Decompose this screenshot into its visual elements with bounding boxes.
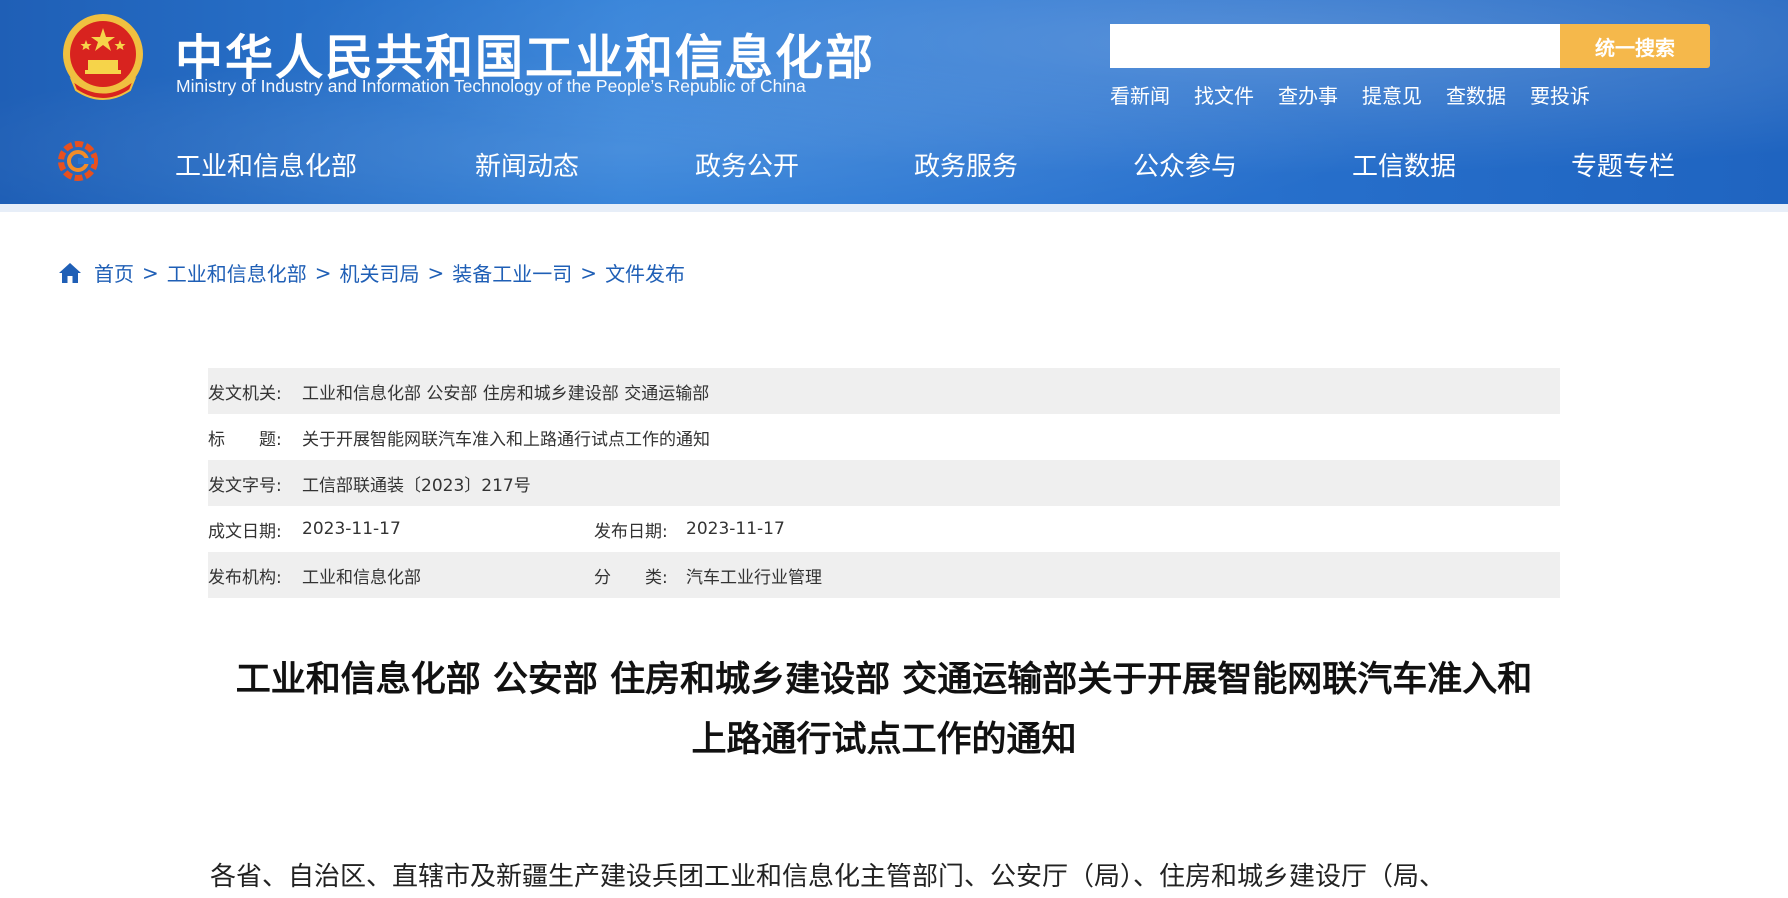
national-emblem-icon[interactable] (58, 10, 148, 106)
meta-issuer-label: 发文机关: (208, 383, 282, 404)
quick-link-services[interactable]: 查办事 (1278, 80, 1338, 109)
nav-item-ministry[interactable]: 工业和信息化部 (175, 146, 357, 183)
nav-item-services[interactable]: 政务服务 (914, 146, 1018, 183)
meta-title-value: 关于开展智能网联汽车准入和上路通行试点工作的通知 (302, 429, 710, 450)
breadcrumb-equipment-dept[interactable]: 装备工业一司 (452, 258, 572, 287)
meta-row-issuer: 发文机关: 工业和信息化部 公安部 住房和城乡建设部 交通运输部 (208, 368, 1560, 414)
meta-org-value: 工业和信息化部 (302, 567, 421, 588)
quick-link-complaint[interactable]: 要投诉 (1530, 80, 1590, 109)
meta-created-label: 成文日期: (208, 521, 282, 542)
search-input[interactable] (1110, 24, 1560, 68)
nav-item-government-affairs[interactable]: 政务公开 (695, 146, 799, 183)
quick-link-news[interactable]: 看新闻 (1110, 80, 1170, 109)
meta-category-label: 分 类: (594, 567, 668, 588)
nav-item-topics[interactable]: 专题专栏 (1571, 146, 1675, 183)
breadcrumb-separator: > (427, 260, 445, 285)
meta-issuer-value: 工业和信息化部 公安部 住房和城乡建设部 交通运输部 (302, 383, 710, 404)
nav-item-news[interactable]: 新闻动态 (475, 146, 579, 183)
quick-link-feedback[interactable]: 提意见 (1362, 80, 1422, 109)
meta-row-title: 标 题: 关于开展智能网联汽车准入和上路通行试点工作的通知 (208, 414, 1560, 460)
meta-row-doc-number: 发文字号: 工信部联通装〔2023〕217号 (208, 460, 1560, 506)
site-header: 中华人民共和国工业和信息化部 Ministry of Industry and … (0, 0, 1788, 212)
breadcrumb-file-release[interactable]: 文件发布 (605, 258, 685, 287)
quick-link-data[interactable]: 查数据 (1446, 80, 1506, 109)
breadcrumb-departments[interactable]: 机关司局 (340, 258, 420, 287)
home-icon[interactable] (58, 262, 82, 284)
meta-row-org-category: 发布机构: 工业和信息化部 分 类: 汽车工业行业管理 (208, 552, 1560, 598)
nav-item-data[interactable]: 工信数据 (1352, 146, 1456, 183)
meta-category-value: 汽车工业行业管理 (686, 567, 822, 588)
meta-doc-number-value: 工信部联通装〔2023〕217号 (302, 475, 531, 496)
meta-created-value: 2023-11-17 (302, 519, 401, 539)
article-title: 工业和信息化部 公安部 住房和城乡建设部 交通运输部关于开展智能网联汽车准入和 … (208, 650, 1560, 770)
quick-links: 看新闻 找文件 查办事 提意见 查数据 要投诉 (1110, 80, 1614, 109)
quick-link-files[interactable]: 找文件 (1194, 80, 1254, 109)
meta-org-label: 发布机构: (208, 567, 282, 588)
breadcrumb-separator: > (314, 260, 332, 285)
main-nav: 工业和信息化部 新闻动态 政务公开 政务服务 公众参与 工信数据 专题专栏 (0, 140, 1788, 184)
breadcrumb-ministry[interactable]: 工业和信息化部 (167, 258, 307, 287)
article-title-line-2: 上路通行试点工作的通知 (691, 720, 1077, 760)
search-button[interactable]: 统一搜索 (1560, 24, 1710, 68)
breadcrumb: 首页 > 工业和信息化部 > 机关司局 > 装备工业一司 > 文件发布 (58, 258, 685, 287)
article-title-line-1: 工业和信息化部 公安部 住房和城乡建设部 交通运输部关于开展智能网联汽车准入和 (235, 660, 1533, 700)
document-meta-table: 发文机关: 工业和信息化部 公安部 住房和城乡建设部 交通运输部 标 题: 关于… (208, 368, 1560, 598)
breadcrumb-home[interactable]: 首页 (94, 258, 134, 287)
site-title-english: Ministry of Industry and Information Tec… (176, 76, 806, 96)
meta-published-value: 2023-11-17 (686, 519, 785, 539)
meta-row-dates: 成文日期: 2023-11-17 发布日期: 2023-11-17 (208, 506, 1560, 552)
breadcrumb-separator: > (580, 260, 598, 285)
article-body-paragraph: 各省、自治区、直辖市及新疆生产建设兵团工业和信息化主管部门、公安厅（局）、住房和… (210, 862, 1446, 892)
nav-item-participation[interactable]: 公众参与 (1133, 146, 1237, 183)
header-divider (0, 204, 1788, 212)
meta-title-label: 标 题: (208, 429, 282, 450)
meta-published-label: 发布日期: (594, 521, 668, 542)
meta-doc-number-label: 发文字号: (208, 475, 282, 496)
breadcrumb-separator: > (142, 260, 159, 285)
